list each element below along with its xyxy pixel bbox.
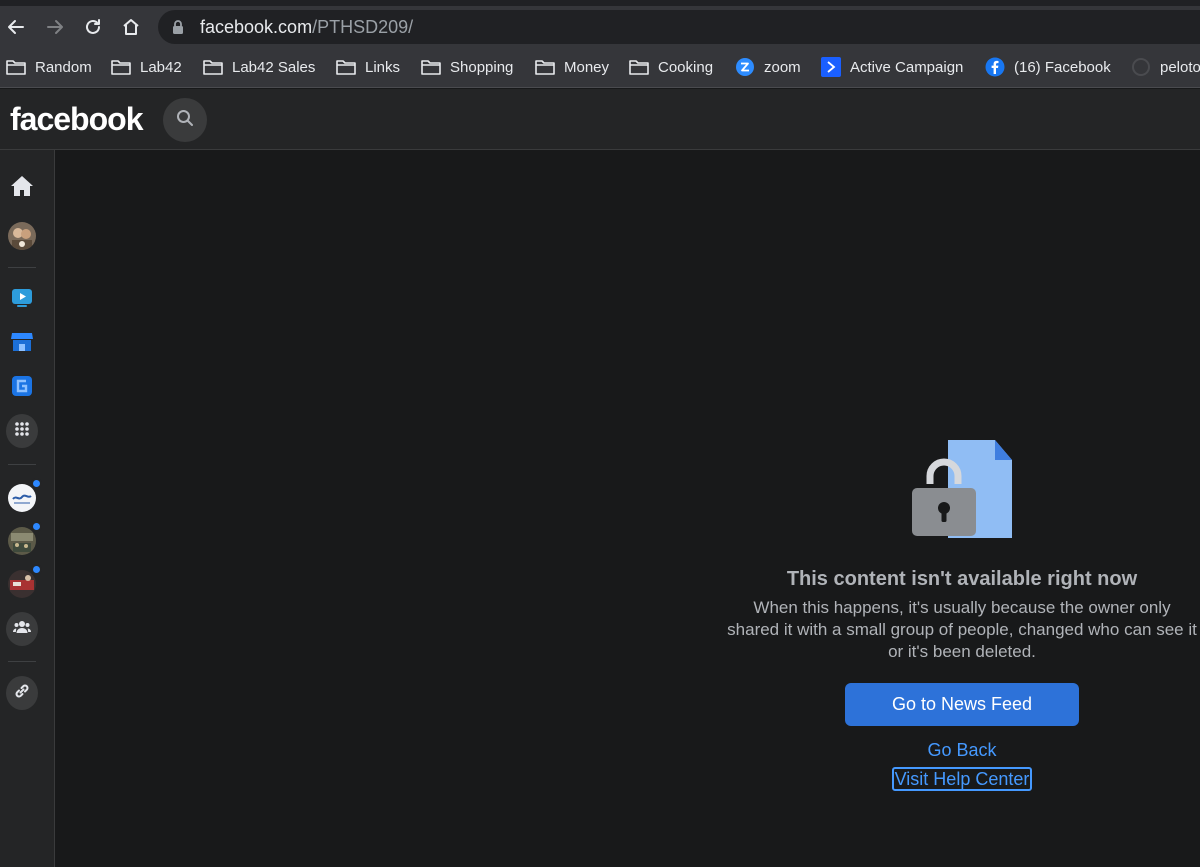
bookmark-label: Lab42 bbox=[140, 58, 182, 76]
notification-dot bbox=[31, 564, 42, 575]
bookmark-peloton[interactable]: peloto bbox=[1131, 56, 1200, 78]
shortcut-avatar bbox=[8, 484, 36, 512]
zoom-icon bbox=[735, 58, 755, 76]
avatar bbox=[8, 222, 36, 250]
visit-help-center-link[interactable]: Visit Help Center bbox=[726, 767, 1198, 791]
back-arrow-icon[interactable] bbox=[3, 14, 29, 40]
go-to-news-feed-button[interactable]: Go to News Feed bbox=[845, 683, 1079, 726]
facebook-header: facebook bbox=[0, 89, 1200, 150]
bookmark-facebook[interactable]: (16) Facebook bbox=[985, 56, 1111, 78]
bookmark-lab42-sales[interactable]: Lab42 Sales bbox=[203, 56, 315, 78]
nav-watch[interactable] bbox=[6, 284, 38, 316]
divider bbox=[8, 661, 36, 662]
facebook-logo[interactable]: facebook bbox=[10, 101, 143, 138]
active-campaign-icon bbox=[821, 57, 841, 77]
link-button bbox=[6, 676, 38, 710]
notification-dot bbox=[31, 478, 42, 489]
folder-icon bbox=[6, 58, 26, 76]
menu-button bbox=[6, 414, 38, 448]
home-icon[interactable] bbox=[118, 14, 144, 40]
bookmark-lab42[interactable]: Lab42 bbox=[111, 56, 182, 78]
main-content: This content isn't available right now W… bbox=[56, 150, 1200, 867]
go-back-label: Go Back bbox=[927, 740, 997, 760]
search-button[interactable] bbox=[163, 98, 207, 142]
bookmark-shopping[interactable]: Shopping bbox=[421, 56, 513, 78]
bookmark-label: Money bbox=[564, 58, 610, 76]
bookmark-label: Lab42 Sales bbox=[232, 58, 316, 76]
reload-icon[interactable] bbox=[80, 14, 106, 40]
bookmark-label: zoom bbox=[764, 58, 801, 76]
nav-groups[interactable] bbox=[6, 612, 38, 646]
divider bbox=[8, 464, 36, 465]
peloton-icon bbox=[1131, 58, 1151, 76]
bookmarks-bar: Random Lab42 Lab42 Sales Links Shopping … bbox=[0, 46, 1200, 88]
bookmark-links[interactable]: Links bbox=[336, 56, 400, 78]
notice-body: When this happens, it's usually because … bbox=[727, 598, 1197, 661]
facebook-icon bbox=[985, 57, 1005, 77]
folder-icon bbox=[336, 58, 356, 76]
help-center-label: Visit Help Center bbox=[891, 767, 1033, 791]
nav-shortcut-3[interactable] bbox=[6, 564, 42, 600]
bookmark-label: Cooking bbox=[658, 58, 714, 76]
bookmark-label: peloto bbox=[1160, 58, 1200, 76]
divider bbox=[8, 267, 36, 268]
address-url[interactable]: facebook.com/PTHSD209/ bbox=[200, 17, 413, 38]
grid-menu-icon bbox=[14, 421, 30, 442]
nav-link[interactable] bbox=[6, 676, 38, 710]
folder-icon bbox=[203, 58, 223, 76]
marketplace-icon bbox=[11, 332, 33, 357]
folder-icon bbox=[629, 58, 649, 76]
nav-gaming[interactable] bbox=[6, 372, 38, 404]
nav-marketplace[interactable] bbox=[6, 328, 38, 360]
shortcut-avatar bbox=[8, 527, 36, 555]
forward-arrow-icon[interactable] bbox=[42, 14, 68, 40]
url-path: /PTHSD209/ bbox=[312, 17, 414, 37]
bookmark-cooking[interactable]: Cooking bbox=[629, 56, 713, 78]
bookmark-label: Shopping bbox=[450, 58, 514, 76]
link-icon bbox=[13, 682, 31, 705]
nav-menu[interactable] bbox=[6, 414, 38, 448]
lock-icon[interactable] bbox=[172, 20, 184, 39]
go-back-link[interactable]: Go Back bbox=[726, 740, 1198, 761]
bookmark-label: Active Campaign bbox=[850, 58, 964, 76]
bookmark-label: (16) Facebook bbox=[1014, 58, 1111, 76]
folder-icon bbox=[535, 58, 555, 76]
tab-strip bbox=[0, 0, 1200, 6]
groups-button bbox=[6, 612, 38, 646]
home-icon bbox=[10, 175, 34, 202]
gaming-icon bbox=[11, 375, 33, 402]
browser-toolbar: facebook.com/PTHSD209/ bbox=[0, 0, 1200, 46]
folder-icon bbox=[421, 58, 441, 76]
nav-home[interactable] bbox=[6, 172, 38, 204]
bookmark-zoom[interactable]: zoom bbox=[735, 56, 801, 78]
notification-dot bbox=[31, 521, 42, 532]
left-nav-rail bbox=[0, 150, 55, 867]
bookmark-label: Random bbox=[35, 58, 92, 76]
nav-profile[interactable] bbox=[6, 220, 38, 252]
notice-title: This content isn't available right now bbox=[786, 568, 1138, 590]
address-bar[interactable]: facebook.com/PTHSD209/ bbox=[158, 10, 1200, 44]
locked-content-icon bbox=[912, 440, 1012, 538]
nav-shortcut-1[interactable] bbox=[6, 478, 42, 514]
shortcut-avatar bbox=[8, 570, 36, 598]
bookmark-label: Links bbox=[365, 58, 401, 76]
bookmark-active-campaign[interactable]: Active Campaign bbox=[821, 56, 963, 78]
groups-icon bbox=[13, 620, 31, 639]
nav-shortcut-2[interactable] bbox=[6, 521, 42, 557]
folder-icon bbox=[111, 58, 131, 76]
bookmark-money[interactable]: Money bbox=[535, 56, 609, 78]
watch-icon bbox=[11, 288, 33, 313]
url-host: facebook.com bbox=[200, 17, 313, 37]
bookmark-random[interactable]: Random bbox=[6, 56, 92, 78]
search-icon bbox=[176, 109, 194, 132]
